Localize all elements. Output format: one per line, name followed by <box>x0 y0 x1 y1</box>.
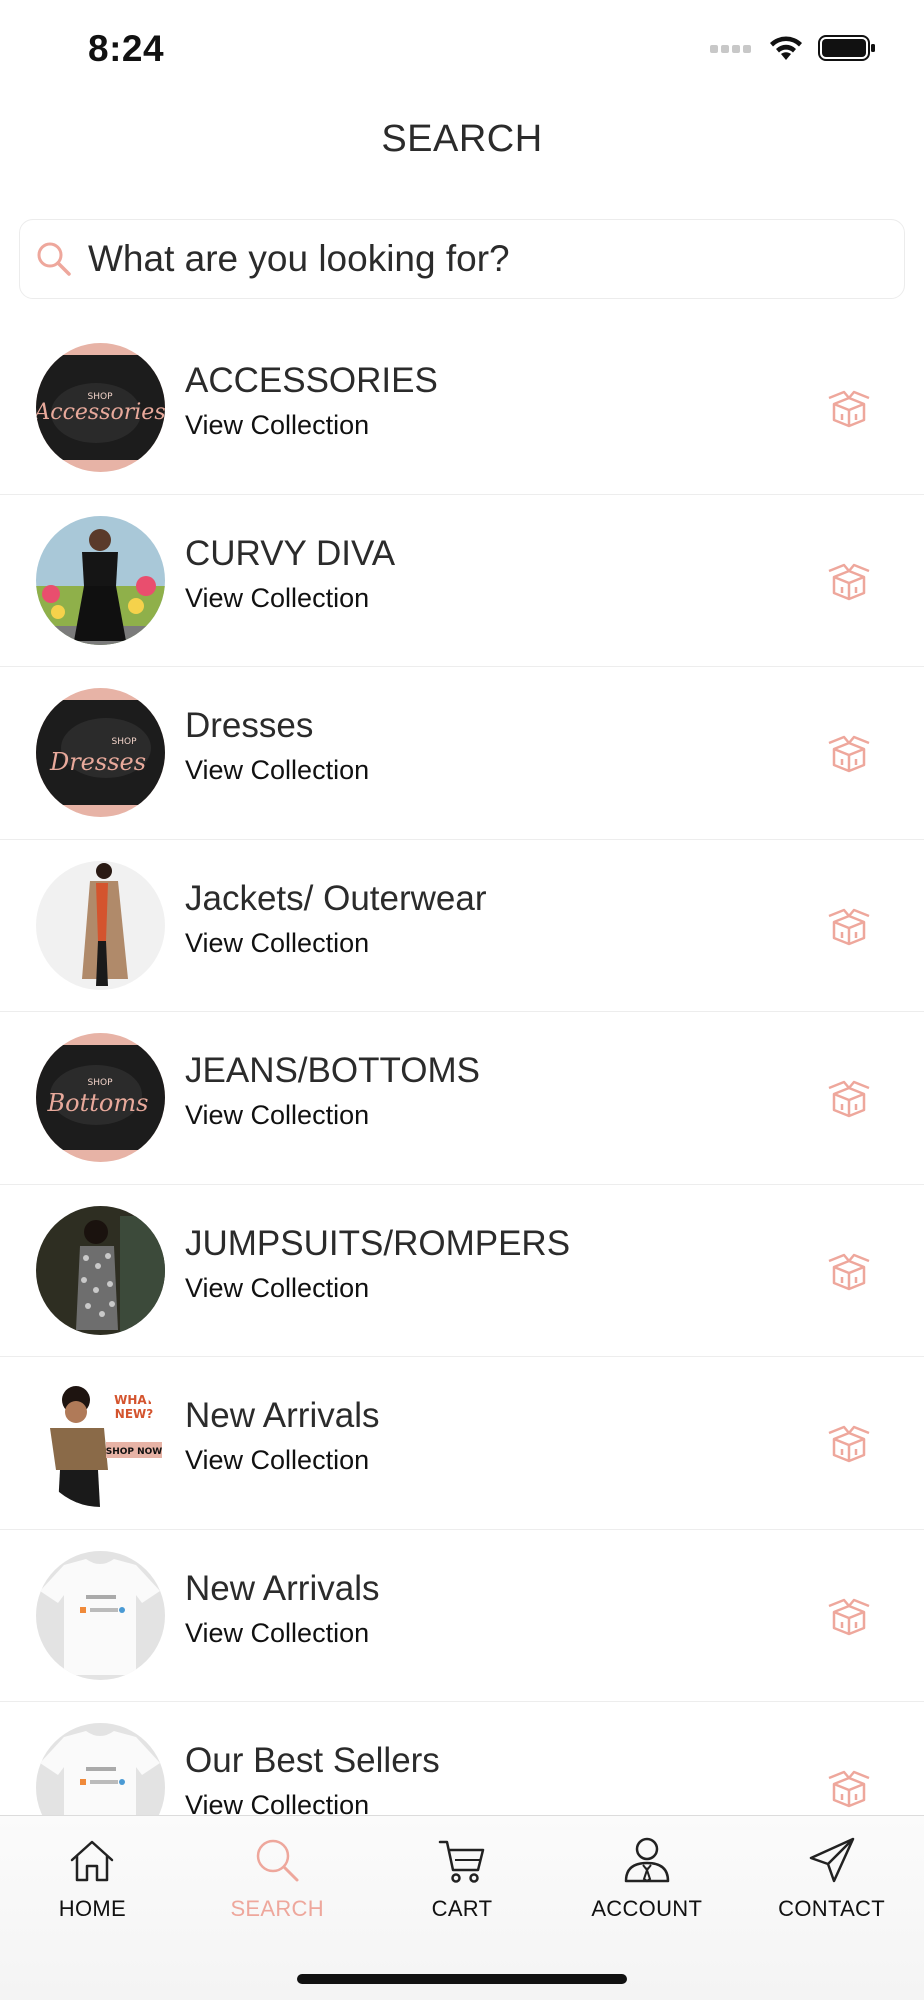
collection-title: ACCESSORIES <box>185 361 438 400</box>
search-icon <box>256 1839 299 1882</box>
view-collection-link[interactable]: View Collection <box>185 409 438 441</box>
collection-title: CURVY DIVA <box>185 533 396 573</box>
collection-row-jackets-outerwear[interactable]: Jackets/ Outerwear View Collection <box>0 840 924 1012</box>
collection-thumbnail <box>36 1205 165 1335</box>
tab-label: CART <box>431 1896 493 1921</box>
collection-title: New Arrivals <box>185 1396 380 1435</box>
home-icon <box>71 1840 114 1882</box>
collection-row-jeans-bottoms[interactable]: SHOP Bottoms JEANS/BOTTOMS View Collecti… <box>0 1012 924 1185</box>
collection-row-jumpsuits-rompers[interactable]: JUMPSUITS/ROMPERS View Collection <box>0 1185 924 1357</box>
gift-box-icon <box>828 1425 870 1463</box>
bottom-tab-bar: HOME SEARCH CART ACCOUNT CONTACT <box>0 1815 924 2000</box>
tab-search[interactable]: SEARCH <box>192 1834 362 1922</box>
search-icon <box>34 239 74 279</box>
tab-label: SEARCH <box>230 1896 324 1921</box>
tab-cart[interactable]: CART <box>377 1834 547 1922</box>
cart-icon <box>438 1840 485 1883</box>
collection-thumbnail: WHAT NEW? SHOP NOW <box>36 1378 165 1508</box>
gift-box-icon <box>828 1253 870 1290</box>
collection-text: Dresses View Collection <box>185 706 369 786</box>
svg-text:Bottoms: Bottoms <box>47 1089 149 1117</box>
tab-label: HOME <box>58 1896 126 1921</box>
svg-text:SHOP NOW: SHOP NOW <box>106 1447 163 1457</box>
collection-thumbnail <box>36 860 165 990</box>
gift-box-icon <box>828 1770 870 1808</box>
tab-home[interactable]: HOME <box>7 1834 177 1922</box>
collection-title: Our Best Sellers <box>185 1741 440 1780</box>
status-time: 8:24 <box>88 28 165 69</box>
collection-list: SHOP Accessories ACCESSORIES View Collec… <box>0 322 924 1815</box>
svg-text:Dresses: Dresses <box>49 748 146 776</box>
gift-box-icon <box>828 1598 870 1635</box>
gift-box-icon <box>828 390 870 428</box>
page-title: SEARCH <box>381 118 543 160</box>
collection-row-new-arrivals[interactable]: WHAT NEW? SHOP NOW New Arrivals View Col… <box>0 1357 924 1530</box>
tab-label: CONTACT <box>778 1896 885 1921</box>
svg-text:Accessories: Accessories <box>36 400 165 425</box>
svg-text:SHOP: SHOP <box>112 737 138 747</box>
collection-text: CURVY DIVA View Collection <box>185 534 395 614</box>
collection-title: Dresses <box>185 706 314 745</box>
collection-text: Our Best Sellers View Collection <box>185 1741 440 1815</box>
status-indicators <box>710 34 876 62</box>
collection-row-curvy-diva[interactable]: CURVY DIVA View Collection <box>0 495 924 667</box>
gift-box-icon <box>828 908 870 945</box>
battery-icon <box>818 35 875 61</box>
collection-title: New Arrivals <box>185 1568 380 1608</box>
collection-title: JUMPSUITS/ROMPERS <box>185 1223 571 1263</box>
gift-box-icon <box>828 735 870 773</box>
search-input[interactable] <box>88 238 868 280</box>
collection-text: New Arrivals View Collection <box>185 1569 379 1649</box>
gift-box-icon <box>828 1080 870 1118</box>
collection-thumbnail: SHOP Dresses <box>36 688 165 818</box>
collection-text: JUMPSUITS/ROMPERS View Collection <box>185 1224 570 1304</box>
collection-row-accessories[interactable]: SHOP Accessories ACCESSORIES View Collec… <box>0 322 924 495</box>
svg-text:WHAT: WHAT <box>114 1393 155 1407</box>
tab-label: ACCOUNT <box>591 1896 703 1921</box>
view-collection-link[interactable]: View Collection <box>185 754 369 786</box>
collection-thumbnail <box>36 1723 165 1815</box>
svg-text:SHOP: SHOP <box>88 1078 114 1088</box>
collection-row-best-sellers[interactable]: Our Best Sellers View Collection <box>0 1702 924 1815</box>
tab-account[interactable]: ACCOUNT <box>562 1834 732 1922</box>
view-collection-link[interactable]: View Collection <box>185 582 395 614</box>
collection-row-dresses[interactable]: SHOP Dresses Dresses View Collection <box>0 667 924 840</box>
cellular-signal-icon <box>710 45 751 53</box>
svg-text:NEW?: NEW? <box>115 1407 153 1421</box>
home-indicator <box>297 1974 627 1984</box>
collection-text: ACCESSORIES View Collection <box>185 361 438 441</box>
view-collection-link[interactable]: View Collection <box>185 1789 440 1815</box>
collection-text: JEANS/BOTTOMS View Collection <box>185 1051 480 1131</box>
collection-text: New Arrivals View Collection <box>185 1396 379 1476</box>
collection-thumbnail: SHOP Accessories <box>36 343 165 473</box>
collection-thumbnail <box>36 1550 165 1680</box>
account-icon <box>624 1837 670 1883</box>
gift-box-icon <box>828 563 870 600</box>
collection-row-new-arrivals-2[interactable]: New Arrivals View Collection <box>0 1530 924 1702</box>
view-collection-link[interactable]: View Collection <box>185 1272 570 1304</box>
collection-title: Jackets/ Outerwear <box>185 878 487 918</box>
collection-title: JEANS/BOTTOMS <box>185 1051 480 1090</box>
tab-contact[interactable]: CONTACT <box>747 1834 917 1922</box>
view-collection-link[interactable]: View Collection <box>185 1617 379 1649</box>
collection-text: Jackets/ Outerwear View Collection <box>185 879 487 959</box>
view-collection-link[interactable]: View Collection <box>185 1099 480 1131</box>
search-box[interactable] <box>19 219 905 299</box>
view-collection-link[interactable]: View Collection <box>185 927 487 959</box>
collection-thumbnail <box>36 515 165 645</box>
view-collection-link[interactable]: View Collection <box>185 1444 379 1476</box>
status-bar: 8:24 <box>0 0 924 100</box>
wifi-icon <box>770 36 802 60</box>
collection-thumbnail: SHOP Bottoms <box>36 1033 165 1163</box>
paper-plane-icon <box>809 1837 854 1883</box>
